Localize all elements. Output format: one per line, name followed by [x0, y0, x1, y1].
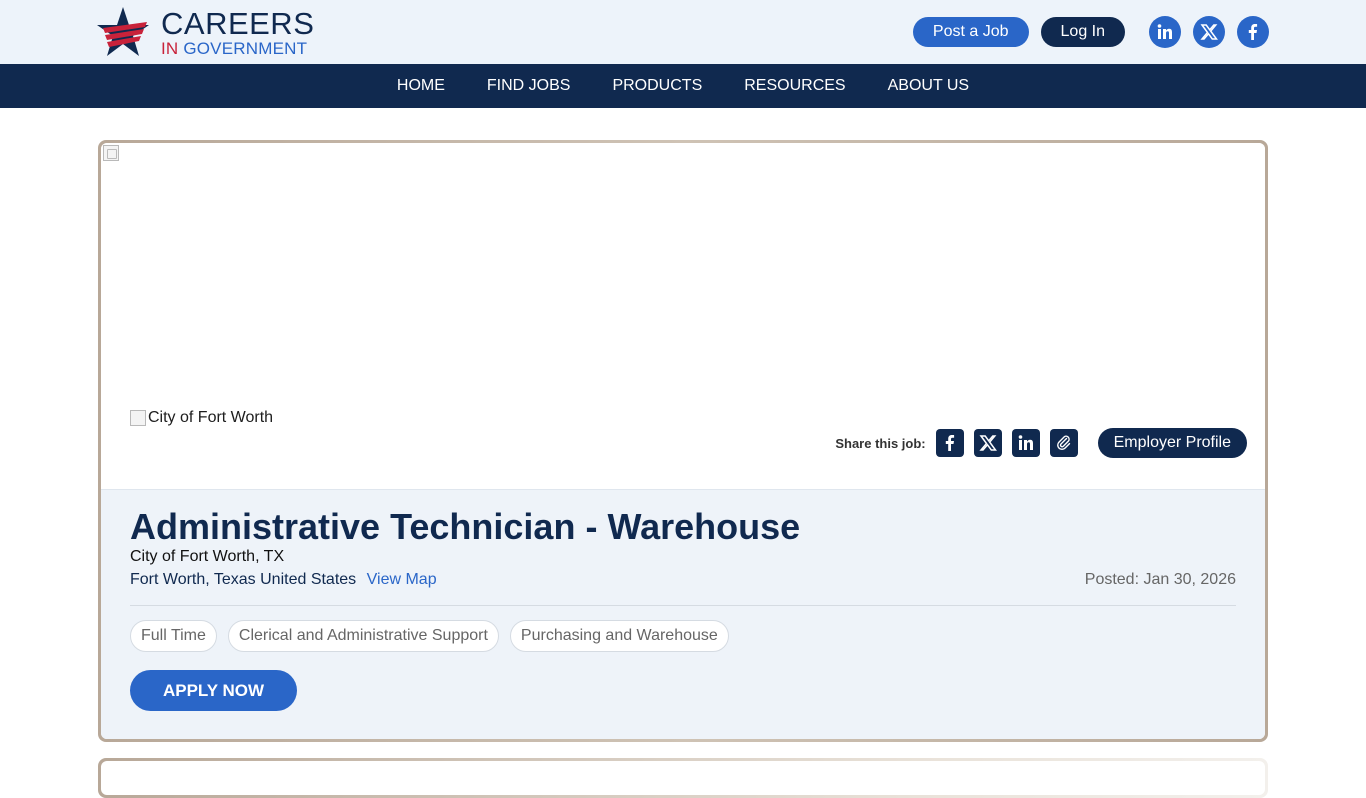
job-location: Fort Worth, Texas United States View Map: [130, 571, 437, 589]
nav-item-find-jobs[interactable]: FIND JOBS: [487, 64, 571, 108]
main-nav: HOME FIND JOBS PRODUCTS RESOURCES ABOUT …: [0, 64, 1366, 108]
nav-item-products[interactable]: PRODUCTS: [612, 64, 702, 108]
employer-logo-alt-text: City of Fort Worth: [148, 409, 274, 426]
facebook-icon[interactable]: [1237, 16, 1269, 48]
view-map-link[interactable]: View Map: [367, 571, 437, 588]
job-card-inner: City of Fort Worth Share this job: Emplo…: [101, 143, 1265, 739]
logo-text-government: IN GOVERNMENT: [161, 40, 307, 58]
broken-image-icon: [130, 410, 146, 426]
x-icon[interactable]: [1193, 16, 1225, 48]
linkedin-icon[interactable]: [1149, 16, 1181, 48]
job-banner: City of Fort Worth Share this job: Emplo…: [101, 143, 1265, 489]
posted-date: Posted: Jan 30, 2026: [1084, 571, 1236, 588]
nav-item-home[interactable]: HOME: [397, 64, 445, 108]
logo-text-gov: GOVERNMENT: [183, 39, 308, 58]
broken-image-icon: [103, 145, 119, 161]
share-link-icon[interactable]: [1049, 429, 1078, 457]
site-logo[interactable]: CAREERS IN GOVERNMENT: [97, 6, 317, 58]
job-title: Administrative Technician - Warehouse: [130, 506, 801, 547]
job-description-card: [98, 758, 1268, 798]
header-actions: Post a Job Log In: [912, 16, 1269, 48]
share-label: Share this job:: [835, 435, 926, 451]
nav-list: HOME FIND JOBS PRODUCTS RESOURCES ABOUT …: [0, 64, 1366, 108]
top-header: CAREERS IN GOVERNMENT Post a Job Log In: [0, 0, 1366, 64]
divider: [130, 605, 1236, 606]
tag-category[interactable]: Clerical and Administrative Support: [227, 620, 499, 652]
nav-item-about-us[interactable]: ABOUT US: [888, 64, 970, 108]
nav-item-resources[interactable]: RESOURCES: [744, 64, 845, 108]
apply-now-button[interactable]: APPLY NOW: [130, 670, 297, 711]
share-row: Share this job: Employer Profile: [835, 426, 1247, 460]
job-description-card-inner: [101, 761, 1265, 795]
job-location-text: Fort Worth, Texas United States: [130, 571, 357, 588]
job-tags: Full Time Clerical and Administrative Su…: [130, 620, 740, 652]
share-linkedin-icon[interactable]: [1011, 429, 1040, 457]
job-employer: City of Fort Worth, TX: [130, 548, 285, 565]
employer-logo[interactable]: City of Fort Worth: [130, 409, 273, 427]
tag-category[interactable]: Purchasing and Warehouse: [509, 620, 729, 652]
logo-text-in: IN: [161, 39, 184, 58]
tag-employment-type[interactable]: Full Time: [130, 620, 217, 652]
job-details: Administrative Technician - Warehouse Ci…: [101, 489, 1265, 739]
employer-profile-button[interactable]: Employer Profile: [1097, 428, 1247, 458]
login-button[interactable]: Log In: [1040, 17, 1125, 47]
post-job-button[interactable]: Post a Job: [912, 17, 1029, 47]
star-logo-icon: [97, 7, 149, 56]
job-card: City of Fort Worth Share this job: Emplo…: [98, 140, 1268, 742]
logo-text-careers: CAREERS: [161, 6, 315, 41]
share-x-icon[interactable]: [973, 429, 1002, 457]
share-facebook-icon[interactable]: [935, 429, 964, 457]
